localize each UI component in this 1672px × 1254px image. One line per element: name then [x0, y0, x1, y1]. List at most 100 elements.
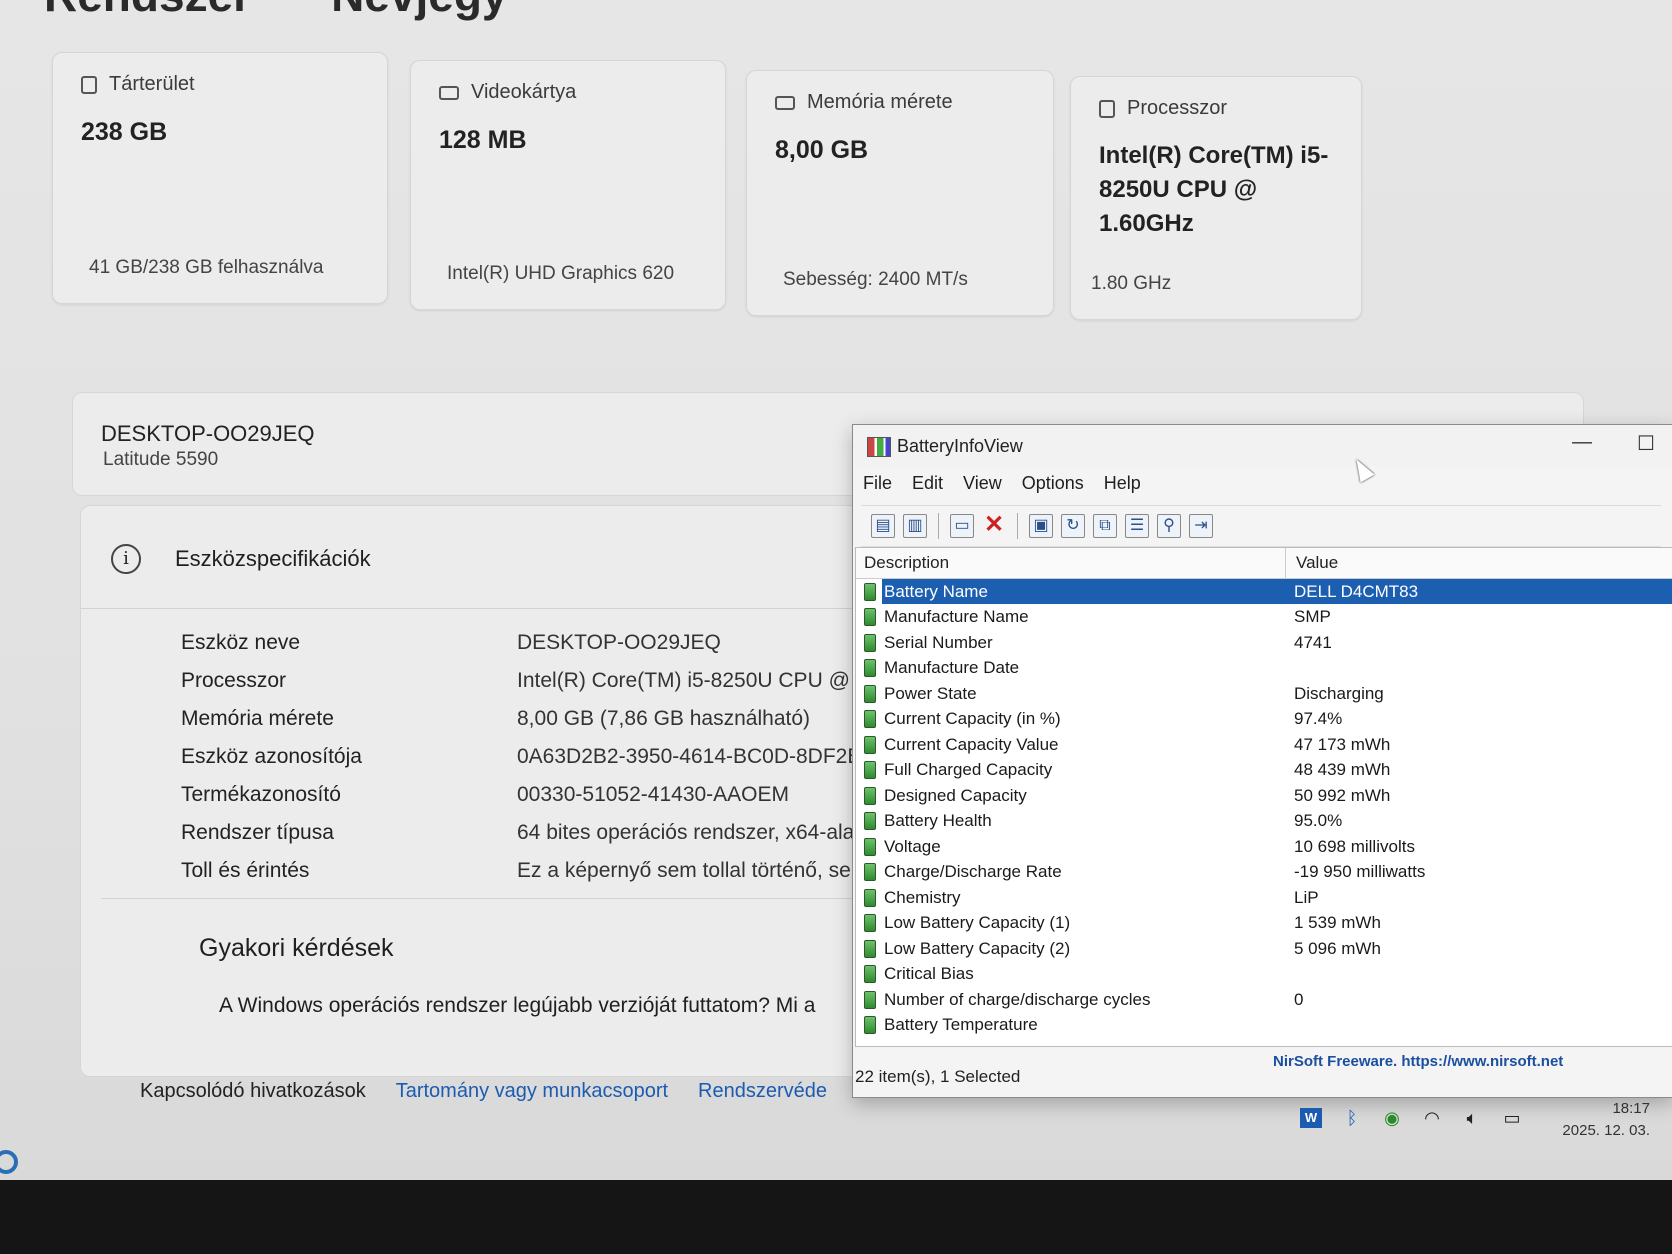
spec-value: 0A63D2B2-3950-4614-BC0D-8DF2B [517, 745, 862, 768]
row-description: Low Battery Capacity (2) [884, 938, 1071, 958]
spec-label: Memória mérete [181, 707, 334, 730]
card-value: Intel(R) Core(TM) i5-8250U CPU @ 1.60GHz [1099, 142, 1329, 237]
list-row[interactable]: Number of charge/discharge cycles 0 [856, 987, 1672, 1013]
link-domain-workgroup[interactable]: Tartomány vagy munkacsoport [396, 1080, 668, 1103]
link-system-protection[interactable]: Rendszervéde [698, 1080, 827, 1103]
info-icon: i [111, 544, 141, 574]
device-model: Latitude 5590 [103, 449, 219, 470]
spec-value: 8,00 GB (7,86 GB használható) [517, 707, 811, 730]
column-description[interactable]: Description [856, 548, 1286, 578]
copy-icon[interactable]: ⧉ [1093, 514, 1117, 538]
related-links: Kapcsolódó hivatkozások Tartomány vagy m… [140, 1080, 827, 1103]
wifi-icon[interactable]: ◠ [1422, 1108, 1442, 1128]
faq-title: Gyakori kérdések [199, 934, 394, 962]
settings-gear-icon[interactable] [0, 1150, 18, 1174]
volume-icon[interactable]: 🔈︎ [1462, 1108, 1482, 1128]
clock-time: 18:17 [1612, 1100, 1650, 1117]
card-subtitle: Intel(R) UHD Graphics 620 [447, 263, 675, 284]
list-row[interactable]: Battery Health 95.0% [856, 809, 1672, 835]
card-subtitle: 1.80 GHz [1091, 273, 1172, 294]
maximize-icon[interactable]: ☐ [1631, 431, 1661, 456]
battery-row-icon [864, 608, 876, 627]
specifications-list: Eszköz neve DESKTOP-OO29JEQ Processzor Int… [181, 624, 867, 890]
word-icon[interactable]: W [1300, 1108, 1322, 1128]
row-value: 4741 [1294, 632, 1332, 652]
battery-row-icon [864, 837, 876, 856]
row-description: Serial Number [884, 632, 993, 652]
row-description: Current Capacity (in %) [884, 709, 1061, 729]
save-icon[interactable]: ▣ [1029, 514, 1053, 538]
card-title: Tárterület [109, 73, 195, 95]
item-count: 22 item(s), 1 Selected [855, 1067, 1021, 1086]
menu-edit[interactable]: Edit [912, 473, 943, 494]
row-value: SMP [1294, 607, 1331, 627]
list-row[interactable]: Critical Bias [856, 962, 1672, 988]
list-row[interactable]: Designed Capacity 50 992 mWh [856, 783, 1672, 809]
row-description: Power State [884, 683, 977, 703]
card-value: 8,00 GB [775, 136, 869, 164]
battery-row-icon [864, 786, 876, 805]
column-value[interactable]: Value [1286, 553, 1338, 573]
faq-question[interactable]: A Windows operációs rendszer legújabb ve… [219, 994, 815, 1018]
spec-label: Termékazonosító [181, 783, 341, 806]
storage-card[interactable]: Tárterület 238 GB 41 GB/238 GB felhaszná… [52, 52, 388, 304]
row-description: Low Battery Capacity (1) [884, 913, 1071, 933]
gpu-card[interactable]: Videokártya 128 MB Intel(R) UHD Graphics… [410, 60, 726, 310]
find-icon[interactable]: ⚲ [1157, 514, 1181, 538]
list-row[interactable]: Current Capacity Value 47 173 mWh [856, 732, 1672, 758]
battery-info-list[interactable]: Description Value Battery Name DELL D4CMT… [855, 547, 1672, 1047]
menu-help[interactable]: Help [1104, 473, 1141, 494]
window-icon[interactable]: ▭ [950, 514, 974, 538]
row-value: LiP [1294, 887, 1319, 907]
spec-label: Rendszer típusa [181, 821, 334, 844]
spec-value: DESKTOP-OO29JEQ [517, 631, 721, 654]
list-row[interactable]: Serial Number 4741 [856, 630, 1672, 656]
menu-file[interactable]: File [863, 473, 892, 494]
list-row[interactable]: Battery Name DELL D4CMT83 [856, 579, 1672, 605]
list-row[interactable]: Voltage 10 698 millivolts [856, 834, 1672, 860]
bluetooth-icon[interactable]: ᛒ [1342, 1108, 1362, 1128]
list-row[interactable]: Charge/Discharge Rate -19 950 milliwatts [856, 860, 1672, 886]
battery-row-icon [864, 659, 876, 678]
battery-icon[interactable]: ▭ [1502, 1108, 1522, 1128]
window-titlebar[interactable]: BatteryInfoView — ☐ [853, 425, 1672, 467]
list-row[interactable]: Low Battery Capacity (2) 5 096 mWh [856, 936, 1672, 962]
toolbar: ▤ ▥ ▭ ✕ ▣ ↻ ⧉ ☰ ⚲ ⇥ [861, 505, 1661, 547]
minimize-icon[interactable]: — [1567, 431, 1597, 454]
spec-value: 00330-51052-41430-AAOEM [517, 783, 790, 806]
row-description: Current Capacity Value [884, 734, 1059, 754]
batteryinfoview-window[interactable]: BatteryInfoView — ☐ File Edit View Optio… [852, 424, 1672, 1098]
card-title: Videokártya [471, 81, 577, 103]
specifications-header[interactable]: i Eszközspecifikációk [111, 544, 371, 574]
menu-view[interactable]: View [963, 473, 1002, 494]
delete-icon[interactable]: ✕ [982, 513, 1006, 538]
battery-info-icon[interactable]: ▤ [871, 514, 895, 538]
memory-card[interactable]: Memória mérete 8,00 GB Sebesség: 2400 MT… [746, 70, 1054, 316]
storage-icon [81, 75, 97, 94]
list-row[interactable]: Chemistry LiP [856, 885, 1672, 911]
menu-options[interactable]: Options [1022, 473, 1084, 494]
card-subtitle: Sebesség: 2400 MT/s [783, 269, 968, 290]
battery-log-icon[interactable]: ▥ [903, 514, 927, 538]
battery-row-icon [864, 965, 876, 984]
row-description: Full Charged Capacity [884, 760, 1053, 780]
list-row[interactable]: Full Charged Capacity 48 439 mWh [856, 758, 1672, 784]
exit-icon[interactable]: ⇥ [1189, 514, 1213, 538]
processor-card[interactable]: Processzor Intel(R) Core(TM) i5-8250U CP… [1070, 76, 1362, 320]
card-title: Processzor [1127, 97, 1228, 119]
nirsoft-link[interactable]: NirSoft Freeware. https://www.nirsoft.ne… [1273, 1053, 1563, 1070]
list-row[interactable]: Low Battery Capacity (1) 1 539 mWh [856, 911, 1672, 937]
row-description: Chemistry [884, 887, 961, 907]
properties-icon[interactable]: ☰ [1125, 514, 1149, 538]
breadcrumb-system[interactable]: Rendszer [44, 0, 251, 21]
clock[interactable]: 18:17 2025. 12. 03. [1560, 1098, 1650, 1142]
battery-row-icon [864, 939, 876, 958]
security-icon[interactable]: ◉ [1382, 1108, 1402, 1128]
list-row[interactable]: Battery Temperature [856, 1013, 1672, 1039]
spec-row: Processzor Intel(R) Core(TM) i5-8250U CPU… [181, 662, 867, 700]
list-row[interactable]: Manufacture Date [856, 656, 1672, 682]
list-row[interactable]: Manufacture Name SMP [856, 605, 1672, 631]
list-row[interactable]: Power State Discharging [856, 681, 1672, 707]
list-row[interactable]: Current Capacity (in %) 97.4% [856, 707, 1672, 733]
refresh-icon[interactable]: ↻ [1061, 514, 1085, 538]
